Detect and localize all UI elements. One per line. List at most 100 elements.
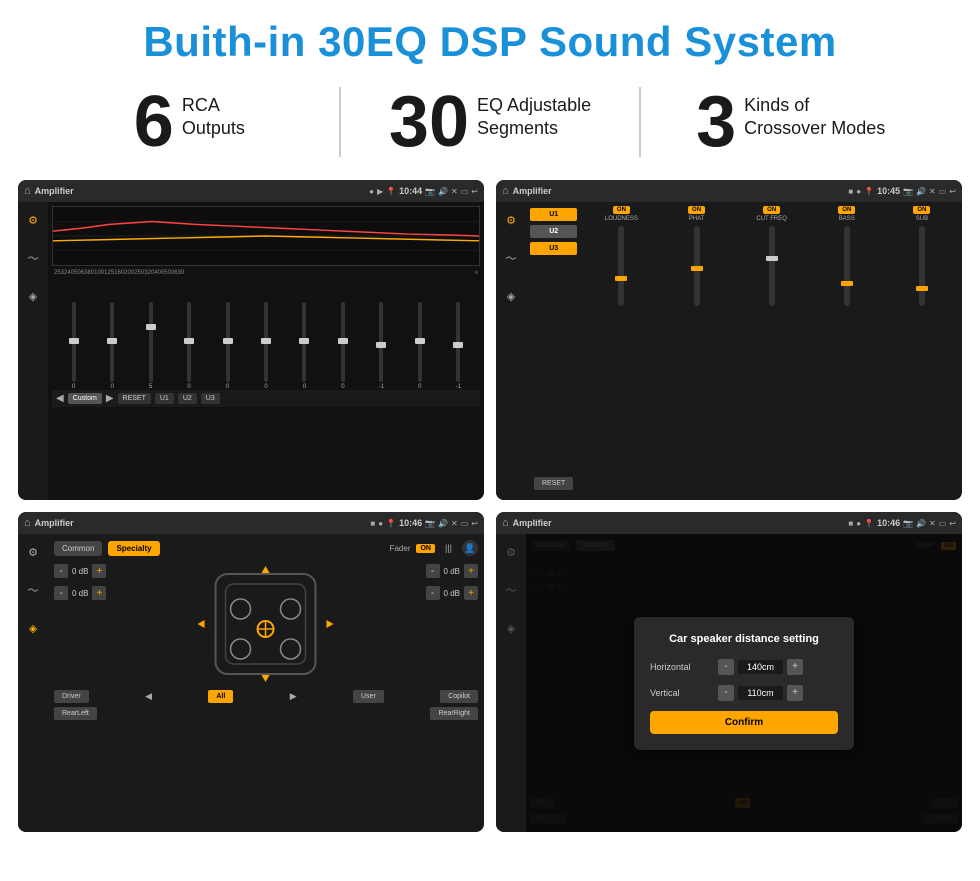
cr-u3-btn[interactable]: U3 — [530, 242, 577, 255]
sp-user-btn[interactable]: User — [353, 690, 384, 703]
cr-cutfreq-slider[interactable] — [769, 226, 775, 306]
eq-wave-icon[interactable]: 〜 — [23, 248, 43, 268]
sp-tab-row: Common Specialty Fader ON ||| 👤 — [54, 540, 478, 556]
dlg-vertical-minus[interactable]: - — [718, 685, 734, 701]
sp-fl-minus[interactable]: - — [54, 564, 68, 578]
cr-phat-label: PHAT — [689, 216, 705, 222]
eq-custom-btn[interactable]: Custom — [68, 393, 102, 404]
eq-u1-btn[interactable]: U1 — [155, 393, 174, 404]
sp-driver-btn[interactable]: Driver — [54, 690, 89, 703]
cr-bass-slider[interactable] — [844, 226, 850, 306]
eq-cam-icon: 📷 — [425, 187, 435, 196]
cr-wave-icon[interactable]: 〜 — [501, 248, 521, 268]
cr-phat-thumb[interactable] — [691, 266, 703, 271]
sp-rr-plus[interactable]: + — [464, 586, 478, 600]
sp-right-arrow[interactable]: ▶ — [290, 691, 297, 702]
eq-sidebar: ⚙ 〜 ◈ — [18, 202, 48, 500]
eq-thumb-1[interactable] — [69, 338, 79, 344]
sp-common-tab[interactable]: Common — [54, 541, 102, 556]
sp-rl-minus[interactable]: - — [54, 586, 68, 600]
eq-track-5[interactable] — [226, 302, 230, 382]
sp-left-arrow[interactable]: ◀ — [145, 691, 152, 702]
eq-reset-btn[interactable]: RESET — [118, 393, 151, 404]
eq-slider-3: 5 — [133, 302, 168, 390]
sp-all-btn[interactable]: All — [208, 690, 233, 703]
dlg-horizontal-minus[interactable]: - — [718, 659, 734, 675]
eq-track-9[interactable] — [379, 302, 383, 382]
sp-vol-icon: 🔊 — [438, 519, 448, 528]
sp-copilot-btn[interactable]: Copilot — [440, 690, 478, 703]
eq-track-1[interactable] — [72, 302, 76, 382]
eq-track-3[interactable] — [149, 302, 153, 382]
cr-sub-slider[interactable] — [919, 226, 925, 306]
sp-fader-on[interactable]: ON — [416, 544, 435, 553]
cr-speaker-side-icon[interactable]: ◈ — [501, 286, 521, 306]
eq-track-4[interactable] — [187, 302, 191, 382]
dlg-app-label: Amplifier — [513, 518, 845, 528]
eq-thumb-9[interactable] — [376, 342, 386, 348]
eq-thumb-2[interactable] — [107, 338, 117, 344]
eq-track-7[interactable] — [302, 302, 306, 382]
eq-thumb-5[interactable] — [223, 338, 233, 344]
eq-thumb-8[interactable] — [338, 338, 348, 344]
sp-fr-minus[interactable]: - — [426, 564, 440, 578]
cr-u2-btn[interactable]: U2 — [530, 225, 577, 238]
cr-loudness-slider[interactable] — [618, 226, 624, 306]
cr-reset-btn[interactable]: RESET — [534, 477, 573, 490]
sp-rearright-btn[interactable]: RearRight — [430, 707, 478, 720]
cr-cutfreq-thumb[interactable] — [766, 256, 778, 261]
sp-specialty-tab[interactable]: Specialty — [108, 541, 159, 556]
eq-next-btn[interactable]: ▶ — [106, 393, 114, 404]
eq-thumb-11[interactable] — [453, 342, 463, 348]
eq-track-10[interactable] — [418, 302, 422, 382]
cr-sub-on[interactable]: ON — [913, 206, 930, 214]
eq-track-8[interactable] — [341, 302, 345, 382]
sp-user-icon[interactable]: 👤 — [462, 540, 478, 556]
eq-thumb-6[interactable] — [261, 338, 271, 344]
cr-phat-on[interactable]: ON — [688, 206, 705, 214]
eq-thumb-7[interactable] — [299, 338, 309, 344]
eq-u3-btn[interactable]: U3 — [201, 393, 220, 404]
eq-more-icon[interactable]: » — [475, 270, 478, 276]
eq-thumb-10[interactable] — [415, 338, 425, 344]
freq-500: 500 — [164, 270, 174, 276]
sp-rr-minus[interactable]: - — [426, 586, 440, 600]
sp-fr-plus[interactable]: + — [464, 564, 478, 578]
sp-speaker-side-icon[interactable]: ◈ — [23, 618, 43, 638]
cr-time: 10:45 — [877, 186, 900, 196]
freq-80: 80 — [87, 270, 94, 276]
sp-wave-icon[interactable]: 〜 — [23, 580, 43, 600]
dlg-horizontal-plus[interactable]: + — [787, 659, 803, 675]
eq-speaker-side-icon[interactable]: ◈ — [23, 286, 43, 306]
cr-filter-icon[interactable]: ⚙ — [501, 210, 521, 230]
cr-bass-thumb[interactable] — [841, 281, 853, 286]
cr-reset-area: RESET — [530, 473, 577, 494]
cr-loudness-on[interactable]: ON — [613, 206, 630, 214]
cr-phat-slider[interactable] — [694, 226, 700, 306]
eq-track-6[interactable] — [264, 302, 268, 382]
eq-thumb-4[interactable] — [184, 338, 194, 344]
cr-u1-btn[interactable]: U1 — [530, 208, 577, 221]
sp-rear-row: RearLeft RearRight — [54, 707, 478, 720]
cr-sub-thumb[interactable] — [916, 286, 928, 291]
sp-fl-plus[interactable]: + — [92, 564, 106, 578]
eq-track-11[interactable] — [456, 302, 460, 382]
dlg-back-icon: ↩ — [949, 519, 956, 528]
eq-status-bar: ⌂ Amplifier ● ▶ 📍 10:44 📷 🔊 ✕ ▭ ↩ — [18, 180, 484, 202]
sp-db-rl: - 0 dB + — [54, 586, 106, 600]
dlg-confirm-button[interactable]: Confirm — [650, 711, 838, 734]
sp-rl-plus[interactable]: + — [92, 586, 106, 600]
sp-filter-icon[interactable]: ⚙ — [23, 542, 43, 562]
eq-u2-btn[interactable]: U2 — [178, 393, 197, 404]
dlg-vertical-plus[interactable]: + — [787, 685, 803, 701]
eq-filter-icon[interactable]: ⚙ — [23, 210, 43, 230]
eq-prev-btn[interactable]: ◀ — [56, 393, 64, 404]
sp-rearleft-btn[interactable]: RearLeft — [54, 707, 97, 720]
cr-loudness-thumb[interactable] — [615, 276, 627, 281]
eq-track-2[interactable] — [110, 302, 114, 382]
cr-x-icon: ✕ — [929, 187, 936, 196]
cr-cutfreq-on[interactable]: ON — [763, 206, 780, 214]
eq-thumb-3[interactable] — [146, 324, 156, 330]
cr-bass-on[interactable]: ON — [838, 206, 855, 214]
cr-sq-icon: ■ — [848, 187, 853, 196]
